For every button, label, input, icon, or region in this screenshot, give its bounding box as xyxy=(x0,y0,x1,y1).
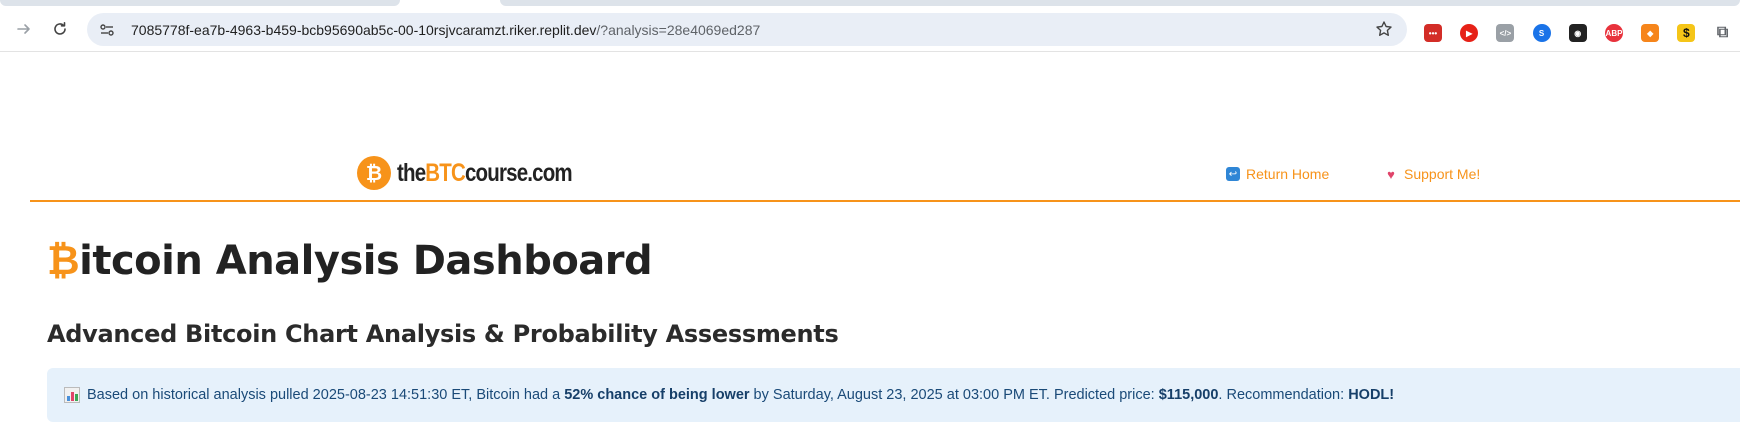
url-path: /?analysis=28e4069ed287 xyxy=(596,21,761,38)
tampermonkey-icon[interactable]: ◉ xyxy=(1568,24,1587,42)
bar-chart-icon xyxy=(64,387,80,403)
logo-highlight: BTC xyxy=(425,158,466,187)
logo-suffix: course.com xyxy=(464,158,573,187)
alert-text-2: by Saturday, August 23, 2025 at 03:00 PM… xyxy=(749,387,1159,403)
site-header: ₿ theBTCcourse.com ↩ Return Home ♥ Suppo… xyxy=(30,152,1740,202)
alert-text-3: . Recommendation: xyxy=(1218,387,1349,403)
return-home-link[interactable]: ↩ Return Home xyxy=(1226,166,1329,182)
address-bar[interactable]: 7085778f-ea7b-4963-b459-bcb95690ab5c-00-… xyxy=(87,13,1407,46)
reload-icon xyxy=(54,22,66,35)
youtube-icon[interactable]: ▶ xyxy=(1460,24,1479,42)
bookmark-star-icon[interactable] xyxy=(1375,20,1395,40)
logo-prefix: the xyxy=(397,158,426,187)
page-title: ₿itcoin Analysis Dashboard xyxy=(47,238,653,284)
dollar-icon[interactable]: $ xyxy=(1677,24,1696,42)
alert-recommendation: HODL! xyxy=(1348,387,1395,403)
site-logo[interactable]: ₿ theBTCcourse.com xyxy=(357,156,610,190)
lastpass-icon[interactable]: ••• xyxy=(1424,24,1442,42)
bitcoin-coin-icon: ₿ xyxy=(357,156,391,190)
arrow-right-icon xyxy=(17,24,30,34)
alert-probability: 52% chance of being lower xyxy=(564,387,750,403)
url-host: 7085778f-ea7b-4963-b459-bcb95690ab5c-00-… xyxy=(131,21,597,38)
puzzle-icon[interactable]: ⧉ xyxy=(1714,24,1732,42)
adblock-plus-icon[interactable]: ABP xyxy=(1605,24,1623,42)
metamask-icon[interactable]: ◆ xyxy=(1641,24,1660,42)
support-me-link[interactable]: ♥ Support Me! xyxy=(1384,166,1480,182)
sync-icon[interactable]: S xyxy=(1532,24,1551,42)
page-subtitle: Advanced Bitcoin Chart Analysis & Probab… xyxy=(47,320,839,348)
browser-toolbar: 7085778f-ea7b-4963-b459-bcb95690ab5c-00-… xyxy=(0,6,1740,52)
alert-text: Based on historical analysis pulled 2025… xyxy=(87,387,1394,403)
bitcoin-symbol-icon: ₿ xyxy=(47,238,80,284)
code-icon[interactable]: </> xyxy=(1496,24,1515,42)
site-info-icon[interactable] xyxy=(97,20,117,40)
forward-button[interactable] xyxy=(8,13,40,45)
support-me-label: Support Me! xyxy=(1404,166,1481,182)
heart-icon: ♥ xyxy=(1387,166,1395,182)
reload-button[interactable] xyxy=(44,13,76,45)
return-arrow-icon: ↩ xyxy=(1226,167,1240,181)
return-home-label: Return Home xyxy=(1246,166,1330,182)
url-text[interactable]: 7085778f-ea7b-4963-b459-bcb95690ab5c-00-… xyxy=(131,22,760,38)
alert-predicted-price: $115,000 xyxy=(1158,387,1219,403)
logo-text: theBTCcourse.com xyxy=(397,158,573,188)
page-title-text: itcoin Analysis Dashboard xyxy=(79,238,653,284)
analysis-alert: Based on historical analysis pulled 2025… xyxy=(47,368,1740,422)
alert-text-1: Based on historical analysis pulled 2025… xyxy=(87,387,565,403)
